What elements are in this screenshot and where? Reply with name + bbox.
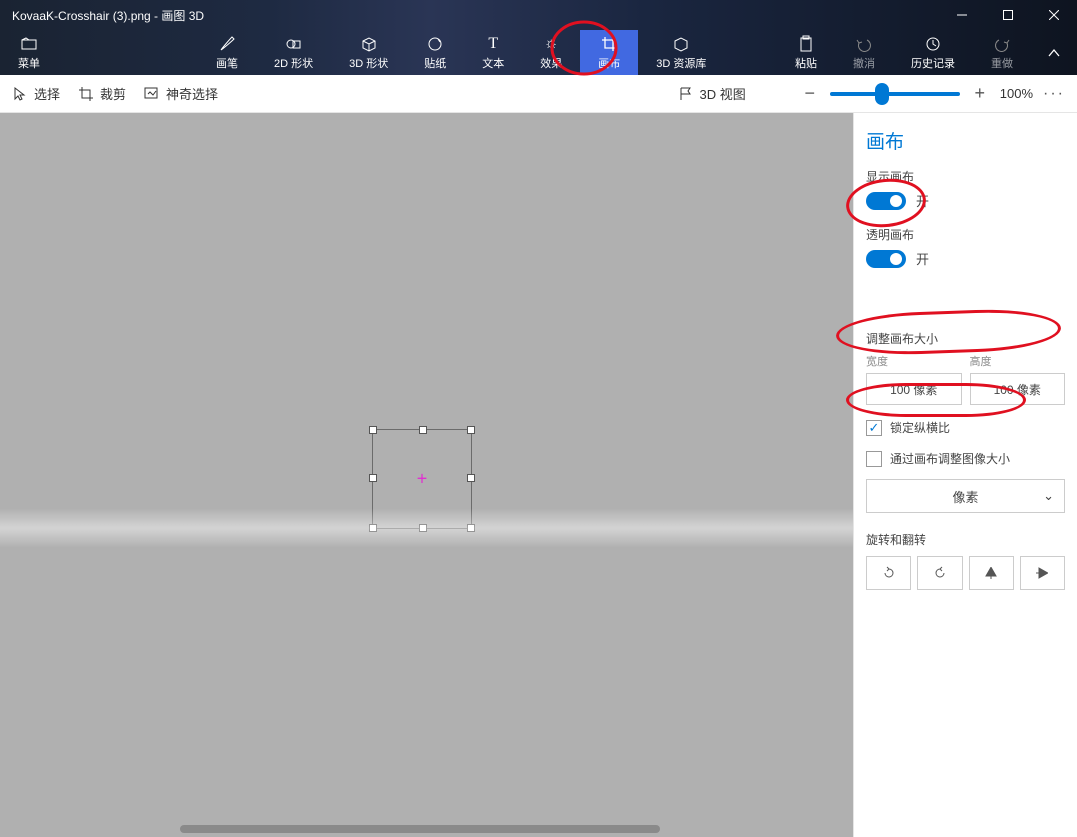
redo-button[interactable]: 重做	[973, 30, 1031, 75]
shapes3d-tab[interactable]: 3D 形状	[331, 30, 406, 75]
library-icon	[672, 35, 690, 53]
transparent-canvas-state: 开	[916, 249, 929, 268]
crop-tool[interactable]: 裁剪	[78, 84, 126, 103]
canvas-tab[interactable]: 画布	[580, 30, 638, 75]
resize-handle-w[interactable]	[369, 474, 377, 482]
close-button[interactable]	[1031, 0, 1077, 30]
resize-image-checkbox[interactable]	[866, 451, 882, 467]
rotate-title: 旋转和翻转	[866, 531, 1065, 548]
text-tab[interactable]: T 文本	[464, 30, 522, 75]
height-input[interactable]: 100 像素	[970, 373, 1066, 405]
canvas-workspace[interactable]: +	[0, 113, 853, 837]
resize-handle-sw[interactable]	[369, 524, 377, 532]
history-icon	[924, 35, 942, 53]
effects-tab[interactable]: ☼ 效果	[522, 30, 580, 75]
horizontal-scrollbar[interactable]	[180, 825, 660, 833]
resize-handle-ne[interactable]	[467, 426, 475, 434]
show-canvas-toggle[interactable]	[866, 192, 906, 210]
paste-button[interactable]: 粘贴	[777, 30, 835, 75]
maximize-button[interactable]	[985, 0, 1031, 30]
zoom-thumb[interactable]	[875, 83, 889, 105]
shapes2d-icon	[285, 35, 303, 53]
unit-value: 像素	[952, 487, 978, 506]
flag-icon	[678, 86, 694, 102]
ribbon: 菜单 画笔 2D 形状 3D 形状 贴纸 T 文本 ☼ 效果 画布 3D 资源库…	[0, 30, 1077, 75]
zoom-controls: − + 100% ···	[800, 84, 1065, 104]
zoom-in-button[interactable]: +	[970, 84, 990, 104]
canvas-selection[interactable]: +	[372, 429, 472, 529]
rotate-cw-icon	[932, 565, 948, 581]
resize-image-row[interactable]: 通过画布调整图像大小	[866, 450, 1065, 467]
clipboard-icon	[797, 35, 815, 53]
magic-select-tool[interactable]: 神奇选择	[144, 84, 218, 103]
crosshair-content: +	[417, 469, 428, 490]
folder-icon	[20, 35, 38, 53]
view3d-button[interactable]: 3D 视图	[678, 84, 746, 103]
stickers-tab[interactable]: 贴纸	[406, 30, 464, 75]
crop-icon	[600, 35, 618, 53]
undo-button[interactable]: 撤消	[835, 30, 893, 75]
brushes-tab[interactable]: 画笔	[198, 30, 256, 75]
resize-handle-n[interactable]	[419, 426, 427, 434]
title-bar: KovaaK-Crosshair (3).png - 画图 3D	[0, 0, 1077, 30]
zoom-percent: 100%	[1000, 86, 1033, 101]
flip-vertical-button[interactable]	[1020, 556, 1065, 590]
select-tool[interactable]: 选择	[12, 84, 60, 103]
resize-image-label: 通过画布调整图像大小	[890, 450, 1010, 467]
chevron-down-icon: ⌄	[1043, 488, 1054, 504]
menu-button[interactable]: 菜单	[0, 30, 58, 75]
lock-aspect-checkbox[interactable]	[866, 420, 882, 436]
panel-title: 画布	[866, 127, 1065, 154]
rotate-cw-button[interactable]	[917, 556, 962, 590]
zoom-out-button[interactable]: −	[800, 84, 820, 104]
chevron-up-icon	[1047, 46, 1061, 60]
width-label: 宽度	[866, 353, 962, 369]
window-title: KovaaK-Crosshair (3).png - 画图 3D	[12, 7, 204, 24]
zoom-slider[interactable]	[830, 92, 960, 96]
flip-v-icon	[1034, 565, 1050, 581]
sticker-icon	[426, 35, 444, 53]
shapes2d-tab[interactable]: 2D 形状	[256, 30, 331, 75]
height-label: 高度	[970, 353, 1066, 369]
canvas-panel: 画布 显示画布 开 透明画布 开 调整画布大小 宽度 100 像素 高度 100…	[853, 113, 1077, 837]
undo-icon	[855, 35, 873, 53]
show-canvas-label: 显示画布	[866, 168, 1065, 185]
resize-handle-e[interactable]	[467, 474, 475, 482]
brush-icon	[218, 35, 236, 53]
redo-icon	[993, 35, 1011, 53]
secondary-toolbar: 选择 裁剪 神奇选择 3D 视图 − + 100% ···	[0, 75, 1077, 113]
lock-aspect-row[interactable]: 锁定纵横比	[866, 419, 1065, 436]
width-input[interactable]: 100 像素	[866, 373, 962, 405]
rotate-ccw-icon	[881, 565, 897, 581]
resize-handle-se[interactable]	[467, 524, 475, 532]
cube-icon	[360, 35, 378, 53]
resize-title: 调整画布大小	[866, 330, 1065, 347]
flip-h-icon	[983, 565, 999, 581]
flip-horizontal-button[interactable]	[969, 556, 1014, 590]
more-button[interactable]: ···	[1043, 85, 1065, 103]
history-button[interactable]: 历史记录	[893, 30, 973, 75]
rotate-ccw-button[interactable]	[866, 556, 911, 590]
text-icon: T	[484, 35, 502, 53]
show-canvas-state: 开	[916, 191, 929, 210]
cursor-icon	[12, 86, 28, 102]
resize-handle-s[interactable]	[419, 524, 427, 532]
library3d-tab[interactable]: 3D 资源库	[638, 30, 724, 75]
minimize-button[interactable]	[939, 0, 985, 30]
lock-aspect-label: 锁定纵横比	[890, 419, 950, 436]
transparent-canvas-label: 透明画布	[866, 226, 1065, 243]
resize-handle-nw[interactable]	[369, 426, 377, 434]
effects-icon: ☼	[542, 35, 560, 53]
transparent-canvas-toggle[interactable]	[866, 250, 906, 268]
unit-dropdown[interactable]: 像素 ⌄	[866, 479, 1065, 513]
crop-tool-icon	[78, 86, 94, 102]
collapse-ribbon-button[interactable]	[1031, 30, 1077, 75]
magic-icon	[144, 86, 160, 102]
